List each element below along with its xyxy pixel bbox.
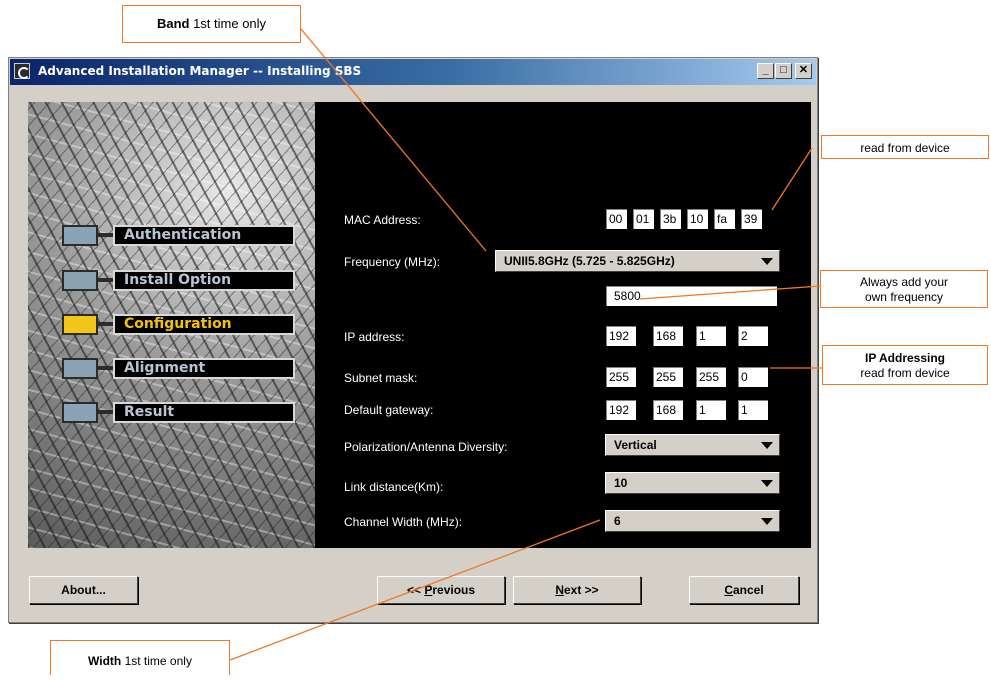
callout-leader-lines — [229, 28, 822, 661]
frequency-callout-line2: own frequency — [864, 290, 944, 304]
band-callout: Band 1st time only — [122, 5, 301, 43]
ip-addressing-callout-bold: IP Addressing — [864, 351, 946, 365]
width-callout-bold: Width — [88, 654, 122, 668]
width-callout-text: 1st time only — [121, 654, 192, 668]
band-callout-bold: Band — [156, 16, 190, 31]
width-leader-line — [229, 519, 601, 661]
ip-addressing-callout: IP Addressing read from device — [822, 345, 988, 385]
width-callout: Width 1st time only — [50, 640, 230, 675]
ip-addressing-callout-text: read from device — [860, 366, 950, 380]
frequency-leader-line — [639, 285, 821, 300]
read-device-callout-text: read from device — [860, 141, 950, 155]
band-callout-text: 1st time only — [189, 16, 267, 31]
read-from-device-callout: read from device — [821, 135, 989, 159]
frequency-callout-line1: Always add your — [859, 275, 949, 289]
read-device-leader-line — [771, 147, 813, 211]
band-leader-line — [300, 28, 487, 252]
frequency-callout: Always add your own frequency — [820, 270, 988, 308]
